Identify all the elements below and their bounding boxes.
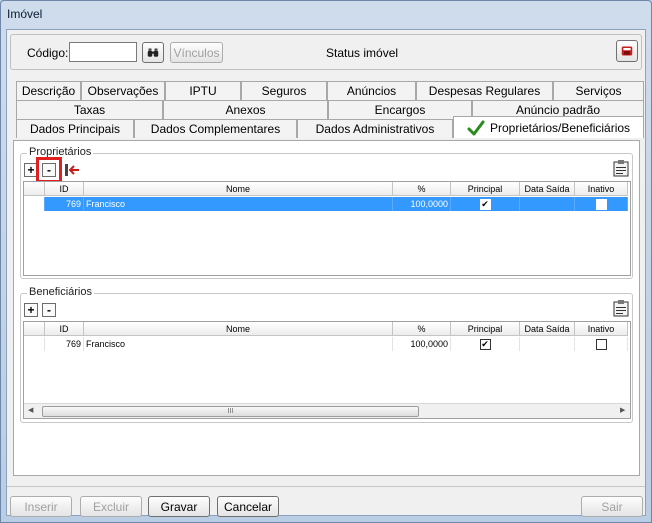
tab-panel: Proprietários + - ID Nome % Principal Da… <box>13 140 640 476</box>
proprietarios-export-button[interactable] <box>613 160 629 177</box>
tab-proprietarios-beneficiarios[interactable]: Proprietários/Beneficiários <box>453 116 644 138</box>
imovel-window: Imóvel Código: Vínculos Status imóvel De… <box>0 0 652 523</box>
inativo-checkbox[interactable] <box>595 198 607 210</box>
footer-separator <box>7 486 645 487</box>
cell-pct: 100,0000 <box>393 337 451 351</box>
clipboard-icon <box>613 160 629 177</box>
transfer-arrow-icon <box>65 164 79 176</box>
sair-button[interactable]: Sair <box>581 496 643 517</box>
col-nome[interactable]: Nome <box>84 182 393 195</box>
principal-checkbox[interactable]: ✔ <box>479 338 491 350</box>
tab-descricao[interactable]: Descrição <box>16 81 81 100</box>
principal-checkbox[interactable]: ✔ <box>479 198 491 210</box>
window-title: Imóvel <box>7 7 43 21</box>
col-nome[interactable]: Nome <box>84 322 393 335</box>
col-inativo[interactable]: Inativo <box>575 182 628 195</box>
col-id[interactable]: ID <box>45 182 84 195</box>
excluir-button[interactable]: Excluir <box>80 496 142 517</box>
checkmark-icon <box>467 120 485 135</box>
row-indicator <box>24 197 45 211</box>
col-id[interactable]: ID <box>45 322 84 335</box>
tab-encargos[interactable]: Encargos <box>328 100 472 119</box>
tab-anuncios[interactable]: Anúncios <box>327 81 416 100</box>
proprietarios-grid[interactable]: ID Nome % Principal Data Saída Inativo 7… <box>23 181 631 276</box>
proprietarios-remove-button[interactable]: - <box>42 163 56 177</box>
search-button[interactable] <box>142 42 164 63</box>
row-indicator <box>24 337 45 351</box>
binoculars-icon <box>147 48 159 57</box>
cell-data-saida <box>520 197 575 211</box>
cell-principal[interactable]: ✔ <box>451 337 520 351</box>
col-pct[interactable]: % <box>393 182 451 195</box>
status-imovel-label: Status imóvel <box>326 46 399 60</box>
beneficiarios-add-button[interactable]: + <box>24 303 38 317</box>
phone-button[interactable] <box>616 40 638 62</box>
table-row[interactable]: 769 Francisco 100,0000 ✔ <box>24 337 628 351</box>
codigo-label: Código: <box>27 46 69 60</box>
tab-servicos[interactable]: Serviços <box>553 81 644 100</box>
beneficiarios-title: Beneficiários <box>27 286 94 298</box>
vinculos-button[interactable]: Vínculos <box>170 42 223 63</box>
beneficiarios-group: Beneficiários + - ID Nome % Principal Da… <box>20 286 633 423</box>
beneficiarios-grid-header: ID Nome % Principal Data Saída Inativo <box>24 322 628 336</box>
tab-anexos[interactable]: Anexos <box>163 100 328 119</box>
row-indicator-header <box>24 182 45 195</box>
proprietarios-group: Proprietários + - ID Nome % Principal Da… <box>20 146 633 279</box>
tab-observacoes[interactable]: Observações <box>81 81 165 100</box>
cell-inativo[interactable] <box>575 197 628 211</box>
cell-id: 769 <box>45 337 84 351</box>
tab-despesas-regulares[interactable]: Despesas Regulares <box>416 81 553 100</box>
header-panel: Código: Vínculos Status imóvel <box>10 34 642 70</box>
cell-principal[interactable]: ✔ <box>451 197 520 211</box>
tab-dados-principais[interactable]: Dados Principais <box>16 119 134 138</box>
beneficiarios-remove-button[interactable]: - <box>42 303 56 317</box>
clipboard-icon <box>613 300 629 317</box>
tab-iptu[interactable]: IPTU <box>165 81 241 100</box>
scroll-right-arrow[interactable]: ▶ <box>620 406 625 414</box>
transfer-button[interactable] <box>64 163 80 177</box>
cell-id: 769 <box>45 197 84 211</box>
scrollbar-grip: III <box>227 408 234 415</box>
cell-nome: Francisco <box>84 337 393 351</box>
col-pct[interactable]: % <box>393 322 451 335</box>
beneficiarios-export-button[interactable] <box>613 300 629 317</box>
codigo-input[interactable] <box>69 42 137 62</box>
col-data-saida[interactable]: Data Saída <box>520 182 575 195</box>
inativo-checkbox[interactable] <box>595 338 607 350</box>
gravar-button[interactable]: Gravar <box>148 496 210 517</box>
inserir-button[interactable]: Inserir <box>10 496 72 517</box>
scroll-left-arrow[interactable]: ◀ <box>28 406 33 414</box>
row-indicator-header <box>24 322 45 335</box>
horizontal-scrollbar[interactable]: ◀ III ▶ <box>24 403 630 418</box>
col-principal[interactable]: Principal <box>451 182 520 195</box>
beneficiarios-grid[interactable]: ID Nome % Principal Data Saída Inativo 7… <box>23 321 631 419</box>
cell-data-saida <box>520 337 575 351</box>
cell-nome: Francisco <box>84 197 393 211</box>
table-row[interactable]: 769 Francisco 100,0000 ✔ <box>24 197 628 211</box>
tab-proprietarios-label: Proprietários/Beneficiários <box>489 120 631 135</box>
proprietarios-grid-header: ID Nome % Principal Data Saída Inativo <box>24 182 628 196</box>
tab-dados-administrativos[interactable]: Dados Administrativos <box>297 119 453 138</box>
cell-inativo[interactable] <box>575 337 628 351</box>
tab-seguros[interactable]: Seguros <box>241 81 327 100</box>
tab-taxas[interactable]: Taxas <box>16 100 163 119</box>
col-data-saida[interactable]: Data Saída <box>520 322 575 335</box>
col-inativo[interactable]: Inativo <box>575 322 628 335</box>
cancelar-button[interactable]: Cancelar <box>217 496 279 517</box>
scrollbar-thumb[interactable]: III <box>42 406 419 417</box>
col-principal[interactable]: Principal <box>451 322 520 335</box>
tab-dados-complementares[interactable]: Dados Complementares <box>134 119 297 138</box>
phone-icon <box>621 46 633 56</box>
window-client: Código: Vínculos Status imóvel Descrição… <box>6 29 646 517</box>
cell-pct: 100,0000 <box>393 197 451 211</box>
